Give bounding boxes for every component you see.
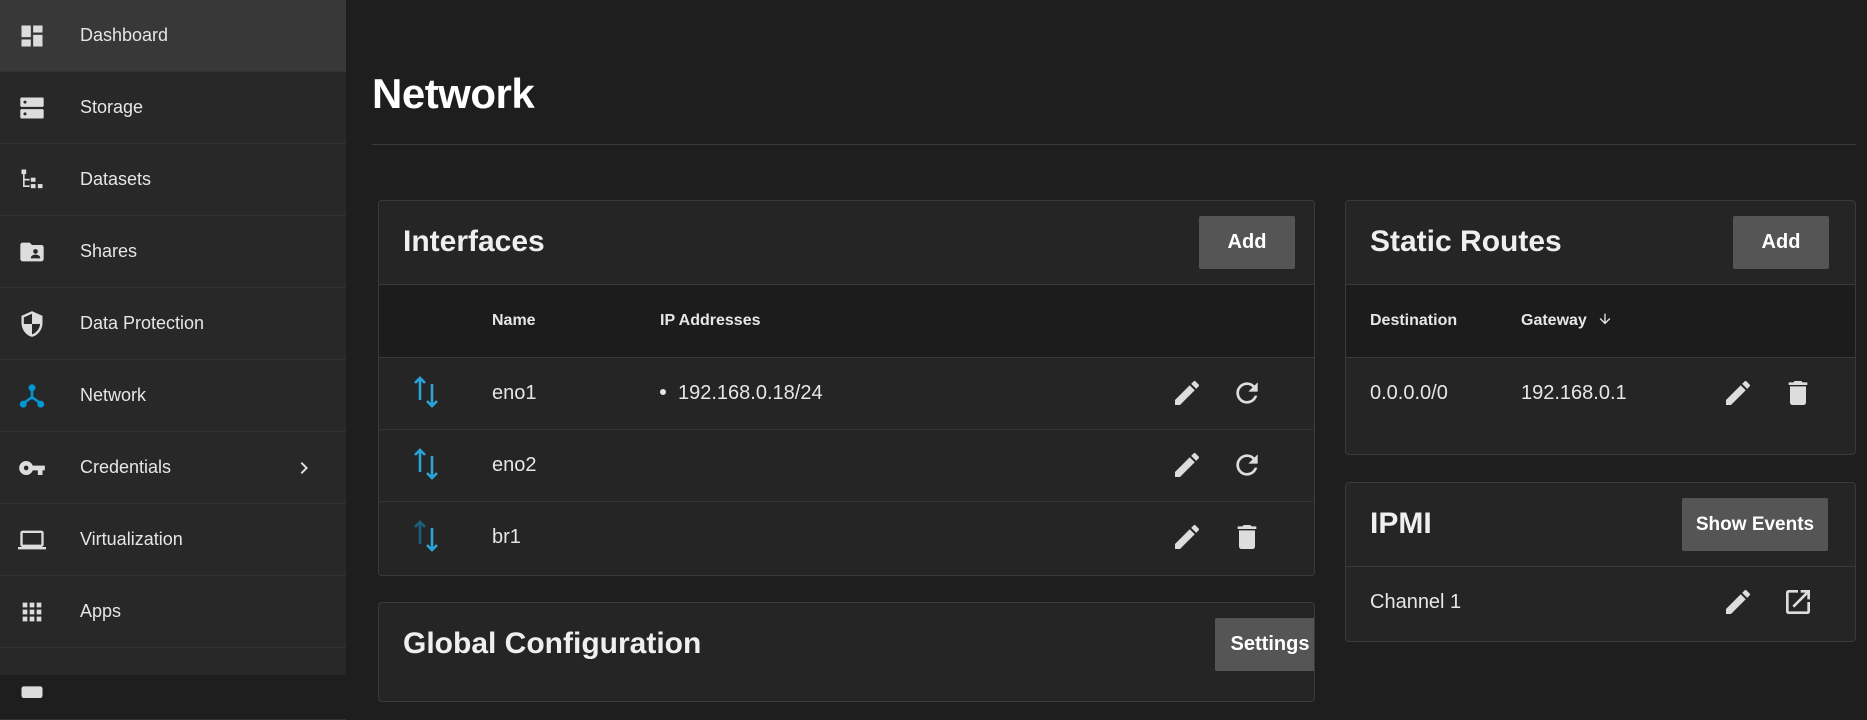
interface-name: br1 <box>492 526 521 548</box>
table-row: br1 <box>379 502 1314 574</box>
interfaces-table-body: eno1 192.168.0.18/24 eno2 br1 <box>379 358 1314 574</box>
chevron-right-icon <box>292 456 316 480</box>
dashboard-icon <box>18 22 46 50</box>
sidebar-item-datasets[interactable]: Datasets <box>0 144 346 216</box>
title-divider <box>372 144 1856 145</box>
sidebar-item-apps[interactable]: Apps <box>0 576 346 648</box>
column-header-gateway[interactable]: Gateway <box>1521 312 1613 330</box>
edit-icon[interactable] <box>1720 584 1756 620</box>
network-icon <box>18 382 46 410</box>
interface-name: eno2 <box>492 454 537 476</box>
add-static-route-button[interactable]: Add <box>1733 216 1829 269</box>
shield-icon <box>18 310 46 338</box>
storage-icon <box>18 94 46 122</box>
route-destination: 0.0.0.0/0 <box>1370 382 1448 404</box>
card-title: Static Routes <box>1370 225 1562 258</box>
sidebar-item-network[interactable]: Network <box>0 360 346 432</box>
sort-arrow-down-icon <box>1599 313 1611 325</box>
list-item: Channel 1 <box>1346 567 1855 639</box>
ipmi-card-header: IPMI Show Events <box>1346 483 1855 567</box>
global-configuration-card: Global Configuration Settings <box>378 602 1315 702</box>
ipmi-channel-name: Channel 1 <box>1370 591 1462 613</box>
add-interface-button[interactable]: Add <box>1199 216 1295 269</box>
interfaces-card-header: Interfaces Add <box>379 201 1314 285</box>
sidebar-item-label: Data Protection <box>80 313 205 333</box>
route-gateway: 192.168.0.1 <box>1521 382 1627 404</box>
refresh-icon[interactable] <box>1229 447 1265 483</box>
show-events-button[interactable]: Show Events <box>1682 498 1828 551</box>
table-row: eno1 192.168.0.18/24 <box>379 358 1314 430</box>
sidebar-item-label: Datasets <box>80 169 152 189</box>
sidebar-item-credentials[interactable]: Credentials <box>0 432 346 504</box>
interface-name: eno1 <box>492 382 537 404</box>
interfaces-table-header: Name IP Addresses <box>379 285 1314 358</box>
delete-icon[interactable] <box>1229 519 1265 555</box>
table-row: eno2 <box>379 430 1314 502</box>
edit-icon[interactable] <box>1169 519 1205 555</box>
interfaces-card: Interfaces Add Name IP Addresses eno1 19… <box>378 200 1315 576</box>
interface-partial-icon <box>409 518 445 554</box>
interface-up-icon <box>409 374 445 410</box>
sidebar-item-label: Storage <box>80 97 144 117</box>
shares-folder-icon <box>18 238 46 266</box>
interface-up-icon <box>409 446 445 482</box>
column-header-name: Name <box>492 312 536 329</box>
open-in-new-icon[interactable] <box>1780 584 1816 620</box>
sidebar-item-label: Credentials <box>80 457 172 477</box>
interface-ip: 192.168.0.18/24 <box>660 382 823 405</box>
laptop-icon <box>18 526 46 554</box>
bullet-icon <box>660 388 666 395</box>
card-title: Global Configuration <box>403 627 702 660</box>
column-header-gateway-label: Gateway <box>1521 312 1587 329</box>
sidebar-item-label: Shares <box>80 241 138 261</box>
static-routes-table-header: Destination Gateway <box>1346 285 1855 358</box>
sidebar-item-dashboard[interactable]: Dashboard <box>0 0 346 72</box>
settings-button[interactable]: Settings <box>1215 618 1314 671</box>
sidebar-item-data-protection[interactable]: Data Protection <box>0 288 346 360</box>
datasets-icon <box>18 166 46 194</box>
key-icon <box>18 454 46 482</box>
table-row: 0.0.0.0/0 192.168.0.1 <box>1346 358 1855 430</box>
sidebar-item-shares[interactable]: Shares <box>0 216 346 288</box>
edit-icon[interactable] <box>1169 375 1205 411</box>
sidebar-item-storage[interactable]: Storage <box>0 72 346 144</box>
refresh-icon[interactable] <box>1229 375 1265 411</box>
partial-icon <box>18 670 46 698</box>
column-header-destination[interactable]: Destination <box>1370 312 1457 330</box>
edit-icon[interactable] <box>1720 375 1756 411</box>
card-title: IPMI <box>1370 507 1432 540</box>
main-content: Network Interfaces Add Name IP Addresses… <box>346 0 1867 702</box>
edit-icon[interactable] <box>1169 447 1205 483</box>
sidebar-item-label: Dashboard <box>80 25 169 45</box>
sidebar-item-partial[interactable] <box>0 648 346 720</box>
column-header-ip-addresses: IP Addresses <box>660 312 761 329</box>
sidebar-item-label: Virtualization <box>80 529 183 549</box>
sidebar-item-label: Apps <box>80 601 122 621</box>
ipmi-card: IPMI Show Events Channel 1 <box>1345 482 1856 642</box>
sidebar-item-virtualization[interactable]: Virtualization <box>0 504 346 576</box>
card-title: Interfaces <box>403 225 545 258</box>
sidebar: Dashboard Storage Datasets Shares Data P… <box>0 0 346 720</box>
static-routes-card-header: Static Routes Add <box>1346 201 1855 285</box>
sidebar-item-label: Network <box>80 385 147 405</box>
ip-address: 192.168.0.18/24 <box>678 382 823 404</box>
page-title: Network <box>372 70 535 117</box>
apps-grid-icon <box>18 598 46 626</box>
static-routes-card: Static Routes Add Destination Gateway 0.… <box>1345 200 1856 455</box>
global-configuration-card-header: Global Configuration Settings <box>379 603 1314 687</box>
delete-icon[interactable] <box>1780 375 1816 411</box>
